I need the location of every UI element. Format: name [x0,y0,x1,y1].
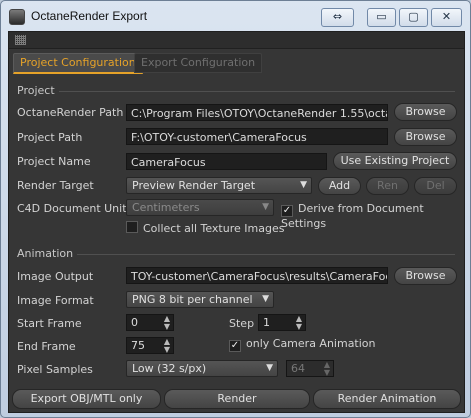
only-camera-animation-label: only Camera Animation [246,337,376,350]
tab-bar: Project Configuration Export Configurati… [9,52,464,74]
image-output-label: Image Output [17,270,94,283]
step-label: Step [229,317,255,330]
close-button[interactable]: ✕ [431,8,462,27]
project-divider [17,91,455,92]
project-path-field[interactable]: F:\OTOY-customer\CameraFocus [126,128,388,145]
export-obj-mtl-button[interactable]: Export OBJ/MTL only [12,389,161,409]
stepper-arrows-icon[interactable]: ▲ ▼ [164,315,170,331]
only-camera-animation-checkbox[interactable]: ✓ only Camera Animation [229,337,376,352]
collect-texture-images-label: Collect all Texture Images [143,222,285,235]
project-name-label: Project Name [17,155,91,168]
project-section-label: Project [17,84,59,97]
doc-unit-label: C4D Document Unit [17,202,127,215]
project-path-browse-button[interactable]: Browse [394,128,457,146]
image-format-value: PNG 8 bit per channel [132,293,253,306]
render-target-dropdown[interactable]: Preview Render Target ▼ [126,177,312,194]
doc-unit-value: Centimeters [132,201,200,214]
end-frame-label: End Frame [17,340,76,353]
image-output-field[interactable]: TOY-customer\CameraFocus\results\CameraF… [126,267,388,284]
step-stepper[interactable]: 1 ▲ ▼ [258,314,306,331]
checkbox-empty-icon [126,221,138,233]
stepper-arrows-icon[interactable]: ▲ ▼ [324,361,330,377]
checkmark-icon: ✓ [281,205,293,217]
minimize-button[interactable]: ▭ [367,8,396,27]
tab-project-configuration[interactable]: Project Configuration [13,53,143,74]
delete-render-target-button[interactable]: Del [414,177,457,195]
image-format-label: Image Format [17,294,94,307]
rename-render-target-button[interactable]: Ren [366,177,409,195]
doc-unit-dropdown[interactable]: Centimeters ▼ [126,199,274,216]
maximize-button[interactable]: ▢ [399,8,428,27]
octane-path-browse-button[interactable]: Browse [394,103,457,121]
title-bar[interactable]: OctaneRender Export ⇔ ▭ ▢ ✕ [1,1,470,31]
restore-dock-button[interactable]: ⇔ [321,8,354,27]
pixel-samples-label: Pixel Samples [17,363,93,376]
animation-section-label: Animation [17,247,78,260]
end-frame-value: 75 [131,339,145,352]
export-window: OctaneRender Export ⇔ ▭ ▢ ✕ Project Conf… [0,0,471,418]
start-frame-label: Start Frame [17,317,82,330]
render-target-label: Render Target [17,179,94,192]
tab-export-configuration[interactable]: Export Configuration [134,53,263,73]
derive-from-document-checkbox[interactable]: ✓ Derive from Document Settings [281,202,464,230]
start-frame-value: 0 [131,316,138,329]
pixel-samples-value: Low (32 s/px) [132,362,207,375]
collect-texture-images-checkbox[interactable]: Collect all Texture Images [126,221,284,235]
image-format-dropdown[interactable]: PNG 8 bit per channel ▼ [126,291,274,308]
window-title: OctaneRender Export [31,9,148,23]
checkmark-icon: ✓ [229,340,241,352]
chevron-down-icon: ▼ [266,363,273,373]
image-output-browse-button[interactable]: Browse [394,267,457,285]
use-existing-project-button[interactable]: Use Existing Project [333,152,457,170]
stepper-arrows-icon[interactable]: ▲ ▼ [164,338,170,354]
octane-path-label: OctaneRender Path [17,106,124,119]
render-animation-button[interactable]: Render Animation [313,389,461,409]
derive-from-document-label: Derive from Document Settings [281,202,424,230]
custom-samples-stepper[interactable]: 64 ▲ ▼ [286,360,334,377]
pixel-samples-dropdown[interactable]: Low (32 s/px) ▼ [126,360,278,377]
animation-divider [17,254,455,255]
menu-strip [9,32,464,49]
custom-samples-value: 64 [291,362,305,375]
octane-path-field[interactable]: C:\Program Files\OTOY\OctaneRender 1.55\… [126,104,388,121]
project-path-label: Project Path [17,131,83,144]
start-frame-stepper[interactable]: 0 ▲ ▼ [126,314,174,331]
add-render-target-button[interactable]: Add [318,177,361,195]
render-button[interactable]: Render [164,389,310,409]
project-name-field[interactable]: CameraFocus [126,153,327,170]
chevron-down-icon: ▼ [262,202,269,212]
step-value: 1 [263,316,270,329]
chevron-down-icon: ▼ [300,180,307,190]
dialog-body: Project Configuration Export Configurati… [8,31,465,413]
app-icon [9,9,25,25]
grip-icon[interactable] [15,35,26,45]
render-target-value: Preview Render Target [132,179,256,192]
stepper-arrows-icon[interactable]: ▲ ▼ [296,315,302,331]
chevron-down-icon: ▼ [262,294,269,304]
end-frame-stepper[interactable]: 75 ▲ ▼ [126,337,174,354]
